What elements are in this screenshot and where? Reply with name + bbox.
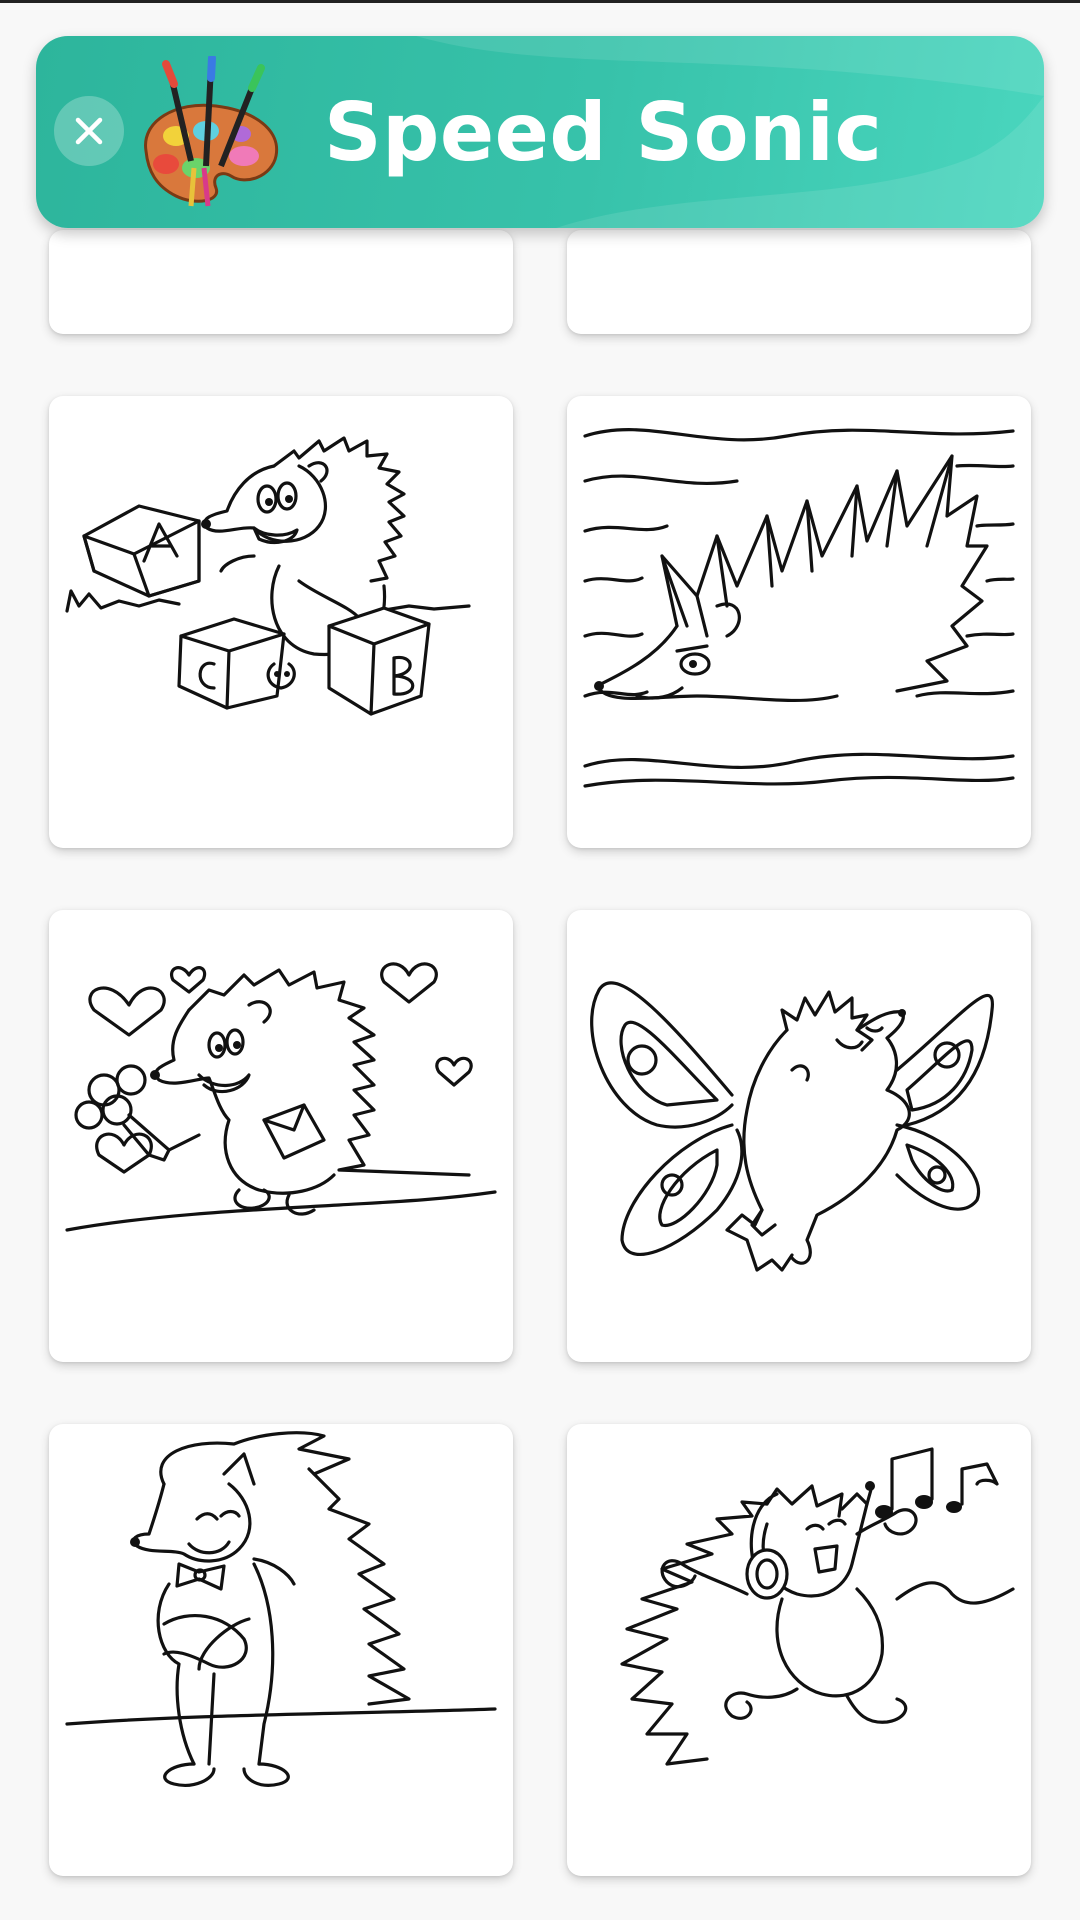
hedgehog-waves-drawing [583,428,1015,788]
close-icon [75,117,103,145]
hedgehog-headphones-drawing [620,1447,1015,1766]
coloring-card[interactable] [567,230,1031,334]
coloring-card[interactable] [49,910,513,1362]
hedgehog-flowers-drawing [65,962,497,1232]
coloring-card[interactable] [49,396,513,848]
coloring-card[interactable] [49,1424,513,1876]
close-button[interactable] [54,96,124,166]
page-title: Speed Sonic [324,86,883,179]
coloring-card[interactable] [567,910,1031,1362]
paint-palette-icon [144,56,279,207]
coloring-card[interactable] [49,230,513,334]
coloring-card[interactable] [567,396,1031,848]
hedgehog-bowtie-drawing [65,1431,497,1787]
hedgehog-blocks-drawing [65,436,471,716]
coloring-card[interactable] [567,1424,1031,1876]
hedgehog-butterfly-drawing [590,981,994,1272]
title-bar: Speed Sonic [36,36,1044,228]
coloring-pages-grid[interactable] [0,0,1080,1920]
